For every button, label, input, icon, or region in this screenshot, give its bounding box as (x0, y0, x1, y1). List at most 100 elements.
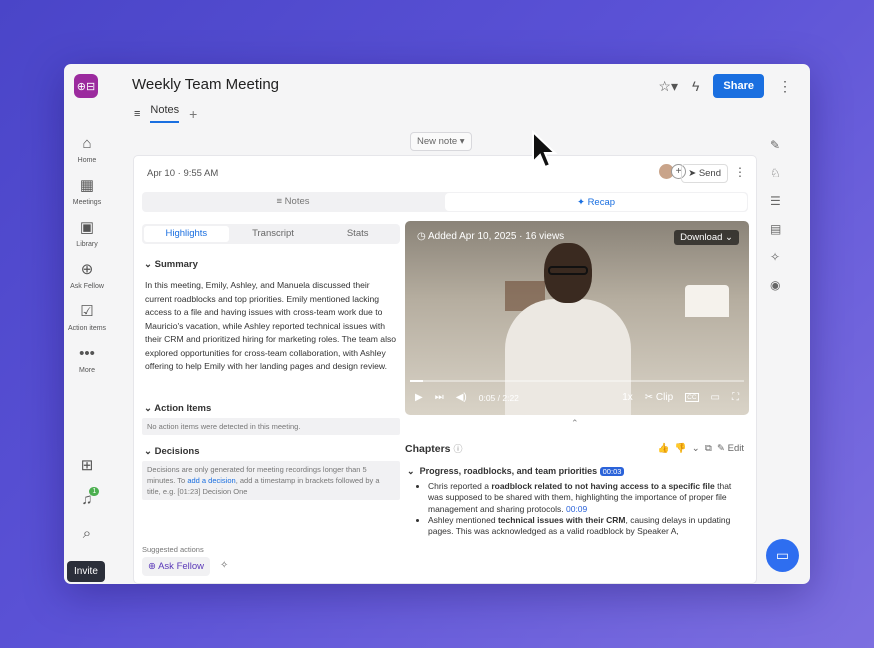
action-items-heading-label: Action Items (154, 403, 212, 414)
chevron-down-icon: ⌄ (407, 466, 415, 476)
wand-icon[interactable]: ✧ (220, 560, 228, 571)
gift-icon[interactable]: ⊞ (81, 456, 94, 474)
notes-label: Notes (284, 196, 310, 207)
decisions-heading-label: Decisions (154, 446, 200, 457)
more-icon: ••• (79, 345, 95, 362)
person-glasses (548, 266, 588, 275)
video-player[interactable]: ◷ Added Apr 10, 2025 · 16 views Download… (405, 221, 749, 415)
speed-button[interactable]: 1x (622, 392, 633, 403)
send-icon: ➤ (688, 168, 697, 179)
tab-stats[interactable]: Stats (315, 224, 400, 244)
add-decision-link[interactable]: add a decision (187, 476, 235, 485)
next-icon[interactable]: ⏭ (435, 392, 444, 403)
chevron-down-icon: ▾ (459, 136, 465, 147)
video-progress-fill (410, 380, 424, 382)
ask-fellow-label: Ask Fellow (158, 561, 205, 572)
nav-label: Library (76, 241, 98, 248)
star-icon[interactable]: ☆▾ (658, 78, 678, 95)
pip-icon[interactable]: ▭ (711, 392, 720, 403)
sparkle-icon: ✦ (576, 197, 585, 208)
video-added: Added Apr 10, 2025 · 16 views (427, 231, 565, 242)
decisions-note: Decisions are only generated for meeting… (142, 461, 400, 500)
tab-notes[interactable]: Notes (150, 104, 180, 123)
chapter-tools: 👍 👎 ⌄ ⧉ ✎ Edit (657, 443, 744, 454)
right-toolbar: ✎ ♘ ☰ ▤ ✧ ◉ (770, 138, 781, 292)
meeting-card: Apr 10 · 9:55 AM + ➤ Send ⋮ ≡ Notes ✦ Re… (133, 155, 757, 584)
calendar-icon: ▦ (79, 177, 95, 194)
thumbs-down-icon[interactable]: 👎 (675, 443, 687, 454)
mouse-cursor-icon (532, 130, 558, 169)
summary-heading[interactable]: ⌄ Summary (144, 259, 198, 270)
library-icon: ▣ (79, 219, 95, 236)
tab-transcript[interactable]: Transcript (231, 224, 316, 244)
download-label: Download (680, 232, 723, 243)
nav-ask-fellow[interactable]: ⊕ Ask Fellow (70, 260, 104, 290)
nav-action-items[interactable]: ☑ Action items (68, 302, 106, 332)
collapse-icon[interactable]: ⌃ (571, 418, 579, 429)
left-bottom-nav: ⊞ ♫ 1 ⌕ (64, 456, 110, 542)
checklist-icon[interactable]: ☰ (770, 194, 781, 208)
bullet-timestamp[interactable]: 00:09 (566, 504, 587, 514)
fullscreen-icon[interactable]: ⛶ (732, 392, 739, 403)
more-vertical-icon[interactable]: ⋮ (778, 78, 792, 95)
tab-recap-view[interactable]: ✦ Recap (445, 193, 747, 211)
notes-icon: ≡ (276, 196, 283, 207)
nav-library[interactable]: ▣ Library (76, 218, 97, 248)
nav-label: Meetings (72, 199, 102, 206)
chapter-item[interactable]: ⌄ Progress, roadblocks, and team priorit… (407, 466, 625, 477)
thumbs-up-icon[interactable]: 👍 (657, 443, 669, 454)
video-controls: ▶ ⏭ ◀) 0:05 / 2:22 1x ✂ Clip CC ▭ ⛶ (415, 392, 739, 403)
action-items-heading[interactable]: ⌄ Action Items (144, 403, 211, 414)
nav-label: Action items (67, 325, 107, 332)
chapter-timestamp[interactable]: 00:03 (599, 467, 625, 476)
nav-home[interactable]: ⌂ Home (78, 134, 97, 164)
bullet-text: Chris reported a (428, 481, 492, 491)
tab-highlights[interactable]: Highlights (144, 226, 229, 242)
plus-circle-icon: ⊕ (80, 261, 94, 278)
invite-button[interactable]: Invite (67, 561, 105, 582)
copy-icon[interactable]: ⧉ (705, 443, 712, 454)
add-tab-icon[interactable]: + (189, 106, 197, 122)
share-button[interactable]: Share (713, 74, 764, 98)
nav-meetings[interactable]: ▦ Meetings (73, 176, 101, 206)
chapter-bullets: Chris reported a roadblock related to no… (416, 481, 734, 537)
volume-icon[interactable]: ◀) (456, 392, 467, 403)
pencil-icon: ✎ (717, 443, 725, 454)
send-button[interactable]: ➤ Send (681, 164, 728, 183)
action-items-empty: No action items were detected in this me… (142, 418, 400, 435)
home-icon: ⌂ (82, 135, 92, 152)
clip-button[interactable]: ✂ Clip (645, 392, 673, 403)
notification-badge: 1 (89, 487, 100, 496)
search-icon[interactable]: ⌕ (83, 525, 91, 542)
bullet-bold: roadblock related to not having access t… (491, 481, 715, 491)
chevron-down-icon: ⌄ (144, 403, 152, 414)
tab-notes-view[interactable]: ≡ Notes (142, 192, 444, 212)
play-icon[interactable]: ▶ (415, 392, 423, 403)
sparkle-icon[interactable]: ✧ (770, 250, 781, 264)
agent-icon[interactable]: ♘ (770, 166, 781, 180)
recap-label: Recap (587, 197, 616, 208)
info-icon[interactable]: ⓘ (453, 444, 462, 454)
new-note-button[interactable]: New note ▾ (410, 132, 472, 151)
captions-icon[interactable]: CC (685, 393, 699, 402)
edit-button[interactable]: ✎ Edit (717, 443, 744, 454)
video-time: 0:05 / 2:22 (478, 392, 519, 403)
decisions-heading[interactable]: ⌄ Decisions (144, 446, 200, 457)
add-doc-icon[interactable]: ▤ (770, 222, 781, 236)
video-progress[interactable] (410, 380, 744, 382)
app-logo[interactable]: ⊕⊟ (74, 74, 98, 98)
nav-more[interactable]: ••• More (79, 344, 95, 374)
download-button[interactable]: Download ⌄ (674, 230, 739, 245)
card-menu-icon[interactable]: ⋮ (734, 165, 746, 179)
lightning-icon[interactable]: ϟ (692, 78, 699, 94)
chat-launcher[interactable]: ▭ (766, 539, 799, 572)
ask-fellow-button[interactable]: ⊕ Ask Fellow (142, 557, 211, 576)
nav-label: Ask Fellow (70, 283, 104, 290)
recording-icon[interactable]: ◉ (770, 278, 781, 292)
chevron-down-icon: ⌄ (144, 259, 152, 270)
bell-icon[interactable]: ♫ 1 (81, 487, 100, 508)
chat-icon: ▭ (775, 547, 790, 563)
scissors-icon: ✂ (644, 392, 654, 403)
collapse-all-icon[interactable]: ⌄ (692, 443, 700, 454)
magic-pen-icon[interactable]: ✎ (770, 138, 781, 152)
